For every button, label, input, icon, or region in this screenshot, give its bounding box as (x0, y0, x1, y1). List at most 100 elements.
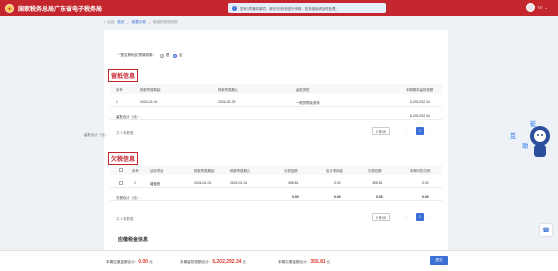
national-emblem-icon: ★ (5, 3, 14, 13)
page-size-select[interactable]: 5 条/页 (372, 127, 390, 135)
cell-deduct: 0.00 (422, 181, 429, 185)
retained-pagination: 共 1 条数据 5 条/页 ‹ 1 › (110, 127, 442, 137)
payable-total: 本期应缴金额合计：0.00 元 (106, 259, 153, 265)
page-number-button[interactable]: 1 (416, 127, 424, 135)
breadcrumb-separator: / (148, 20, 150, 25)
cell-end: 2024-02-29 (218, 100, 236, 104)
avatar (525, 3, 535, 12)
col-header-no: 序号 (116, 88, 123, 92)
cell-type: 一般货物及劳务 (296, 101, 320, 105)
col-header-start: 税款所属期起 (194, 169, 215, 173)
mascot-text-3: 动 (522, 142, 528, 150)
chevron-down-icon: ⌄ (544, 5, 548, 10)
mascot-text-1: 征 (529, 120, 536, 128)
breadcrumb-separator: / (127, 20, 129, 25)
col-header-late-fee: 应计滞纳金 (326, 169, 343, 173)
col-header-total: 欠税总额 (368, 169, 382, 173)
cell-start: 2024-01-01 (194, 181, 212, 185)
retained-total-value: 6,202,292.34 (212, 259, 242, 265)
sum-label: 欠税合计（元）: (116, 196, 141, 200)
radio-option-no[interactable]: 否 (173, 53, 183, 58)
user-name: TE (537, 5, 543, 10)
owed-total-value: 355.81 (310, 259, 326, 265)
prev-page-icon[interactable]: ‹ (406, 128, 407, 133)
payable-total-value: 0.00 (138, 259, 149, 265)
retained-tax-section-title: 留抵信息 (108, 69, 139, 82)
sum-label: 留抵合计（元）: (116, 115, 141, 119)
col-header-deduct: 本期可抵欠税 (410, 169, 431, 173)
cell-total: 355.81 (372, 181, 383, 185)
col-header-start: 税款所属期起 (140, 88, 161, 92)
payable-total-label: 本期应缴金额合计： (106, 260, 139, 264)
col-header-no: 序号 (132, 169, 139, 173)
sum-total: 0.00 (376, 195, 383, 199)
cross-region-radio-group: * 是否跨地区预缴税款： 是 否 (118, 53, 183, 58)
owed-total-unit: 元 (326, 260, 331, 264)
cell-no: 1 (116, 100, 118, 104)
back-button[interactable]: < 返回 (104, 20, 114, 25)
notice-text: 您有3项通知事项，请在5月份前进行申报，若未缴纳请及时处理。 (240, 6, 339, 11)
col-header-amount: 本期期末留抵税额 (406, 88, 434, 92)
col-header-end: 税款所属期止 (218, 88, 239, 92)
page-size-select[interactable]: 5 条/页 (372, 213, 390, 221)
next-page-icon[interactable]: › (429, 214, 430, 219)
retained-total: 本期留抵税额合计：6,202,292.34 元 (180, 259, 246, 265)
info-icon: i (232, 5, 237, 11)
cell-item: 增值税 (150, 182, 161, 186)
cell-start: 2024-02-01 (140, 100, 158, 104)
summary-footer: 本期应缴金额合计：0.00 元 本期留抵税额合计：6,202,292.34 元 … (0, 250, 558, 271)
sum-deduct: 0.00 (422, 195, 429, 199)
owed-total-label: 本期欠缴金额合计： (278, 260, 311, 264)
col-header-type: 留抵类型 (296, 88, 310, 92)
breadcrumb: < 返回 首页 / 我要办税 / 增值税预缴税款 (104, 20, 178, 25)
radio-yes[interactable] (160, 53, 165, 58)
breadcrumb-home[interactable]: 首页 (117, 20, 124, 25)
owed-table-header: 序号 征收项目 税款所属期起 税款所属期止 欠税金额 应计滞纳金 欠税总额 本期… (110, 165, 442, 175)
retained-total-unit: 元 (242, 260, 247, 264)
table-row: 1 增值税 2024-01-01 2024-01-31 355.81 0.00 … (110, 178, 442, 188)
radio-yes-label: 是 (165, 53, 170, 57)
main-panel (104, 30, 448, 271)
sum-owe: 0.00 (292, 195, 299, 199)
next-page-icon[interactable]: › (429, 128, 430, 133)
owed-pagination: 共 1 条数据 5 条/页 ‹ 1 › (110, 213, 442, 223)
table-row: 1 2024-02-01 2024-02-29 一般货物及劳务 6,202,29… (110, 97, 442, 107)
prev-page-icon[interactable]: ‹ (406, 214, 407, 219)
submit-button[interactable]: 提交 (430, 256, 448, 265)
cell-owe: 355.81 (288, 181, 299, 185)
radio-group-label: * 是否跨地区预缴税款： (118, 53, 157, 57)
notice-banner[interactable]: i 您有3项通知事项，请在5月份前进行申报，若未缴纳请及时处理。 (228, 3, 386, 13)
payable-total-unit: 元 (149, 260, 153, 264)
sum-value: 6,202,292.34 (410, 114, 430, 118)
col-header-end: 税款所属期止 (230, 169, 251, 173)
user-menu[interactable]: TE ⌄ (525, 3, 548, 12)
cell-amount: 6,202,292.34 (410, 100, 430, 104)
pagination-total: 共 1 条数据 (116, 217, 134, 221)
radio-no[interactable] (173, 53, 178, 58)
owed-total: 本期欠缴金额合计：355.81 元 (278, 259, 330, 265)
radio-no-label: 否 (178, 53, 183, 57)
side-sum-label: 留抵合计（元）: (84, 133, 109, 137)
breadcrumb-current: 增值税预缴税款 (152, 20, 179, 24)
col-header-owe: 欠税金额 (284, 169, 298, 173)
retained-total-label: 本期留抵税额合计： (180, 260, 213, 264)
retained-table-header: 序号 税款所属期起 税款所属期止 留抵类型 本期期末留抵税额 (110, 84, 442, 94)
online-service-mascot[interactable]: 征 互 动 (508, 114, 554, 162)
owed-sum-row: 欠税合计（元）: 0.00 0.00 0.00 0.00 (110, 192, 442, 201)
select-all-checkbox[interactable] (119, 168, 123, 172)
col-header-item: 征收项目 (150, 169, 164, 173)
headset-support-icon[interactable]: ☎ (540, 224, 552, 236)
page-number-button[interactable]: 1 (416, 213, 424, 221)
cell-late-fee: 0.00 (334, 181, 341, 185)
radio-option-yes[interactable]: 是 (160, 53, 169, 58)
breadcrumb-tax-service[interactable]: 我要办税 (131, 20, 145, 25)
mascot-text-2: 互 (510, 132, 516, 140)
payable-tax-section-title: 应缴税金信息 (118, 237, 149, 243)
retained-sum-row: 留抵合计（元）: 6,202,292.34 (110, 111, 442, 120)
site-title: 国家税务总局广东省电子税务局 (18, 6, 103, 13)
cell-no: 1 (134, 181, 136, 185)
owed-tax-section-title: 欠税信息 (108, 152, 139, 165)
pagination-total: 共 1 条数据 (116, 131, 134, 135)
cell-end: 2024-01-31 (230, 181, 248, 185)
row-checkbox[interactable] (119, 181, 123, 185)
